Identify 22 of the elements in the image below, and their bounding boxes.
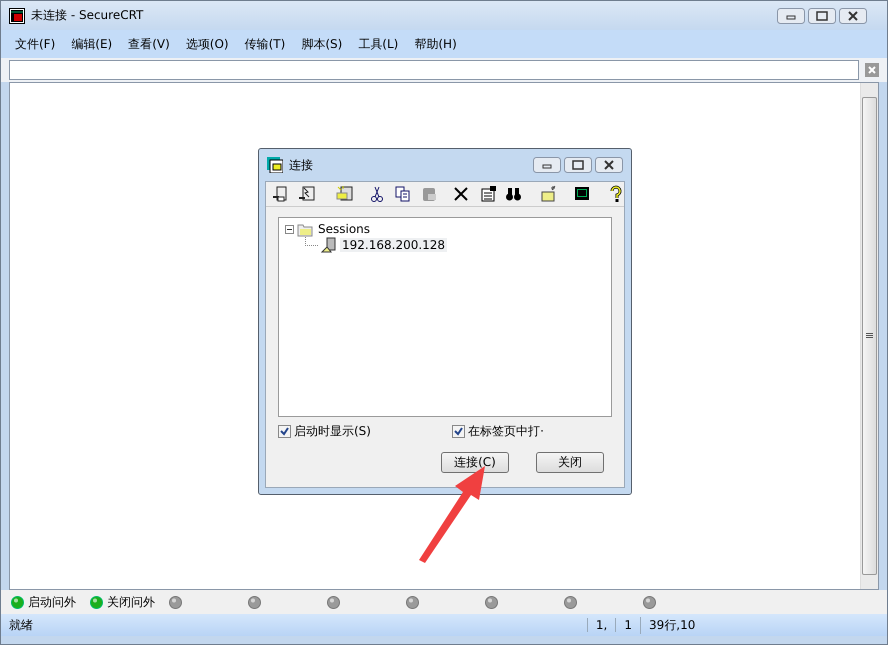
menu-item[interactable]: 帮助(H) [406, 34, 465, 54]
status-message: 就绪 [8, 616, 34, 634]
bar-button[interactable]: 启动问外 [28, 594, 76, 610]
dialog-button[interactable]: 关闭 [536, 452, 604, 473]
menu-item[interactable]: 查看(V) [120, 34, 178, 54]
checkbox-label: 在标签页中打· [468, 423, 544, 440]
menu-item[interactable]: 选项(O) [178, 34, 237, 54]
dialog-title: 连接 [289, 156, 314, 174]
cursor-row: 1, [586, 618, 616, 632]
tree-item[interactable]: Sessions [316, 222, 372, 236]
menu-item[interactable]: 编辑(E) [63, 34, 120, 54]
menu-item[interactable]: 工具(L) [350, 34, 406, 54]
bar-button[interactable]: 关闭问外 [107, 594, 155, 610]
cursor-column: 1 [615, 618, 640, 632]
menu-item[interactable]: 传输(T) [236, 34, 294, 54]
checkbox-label: 启动时显示(S) [294, 423, 371, 440]
menu-item[interactable]: 脚本(S) [293, 34, 350, 54]
terminal-size: 39行,10 [640, 616, 887, 634]
dialog-button[interactable]: 连接(C) [441, 452, 509, 473]
menu-item[interactable]: 文件(F) [7, 34, 64, 54]
tree-item[interactable]: 192.168.200.128 [340, 238, 448, 252]
window-title: 未连接 - SecureCRT [31, 7, 144, 24]
